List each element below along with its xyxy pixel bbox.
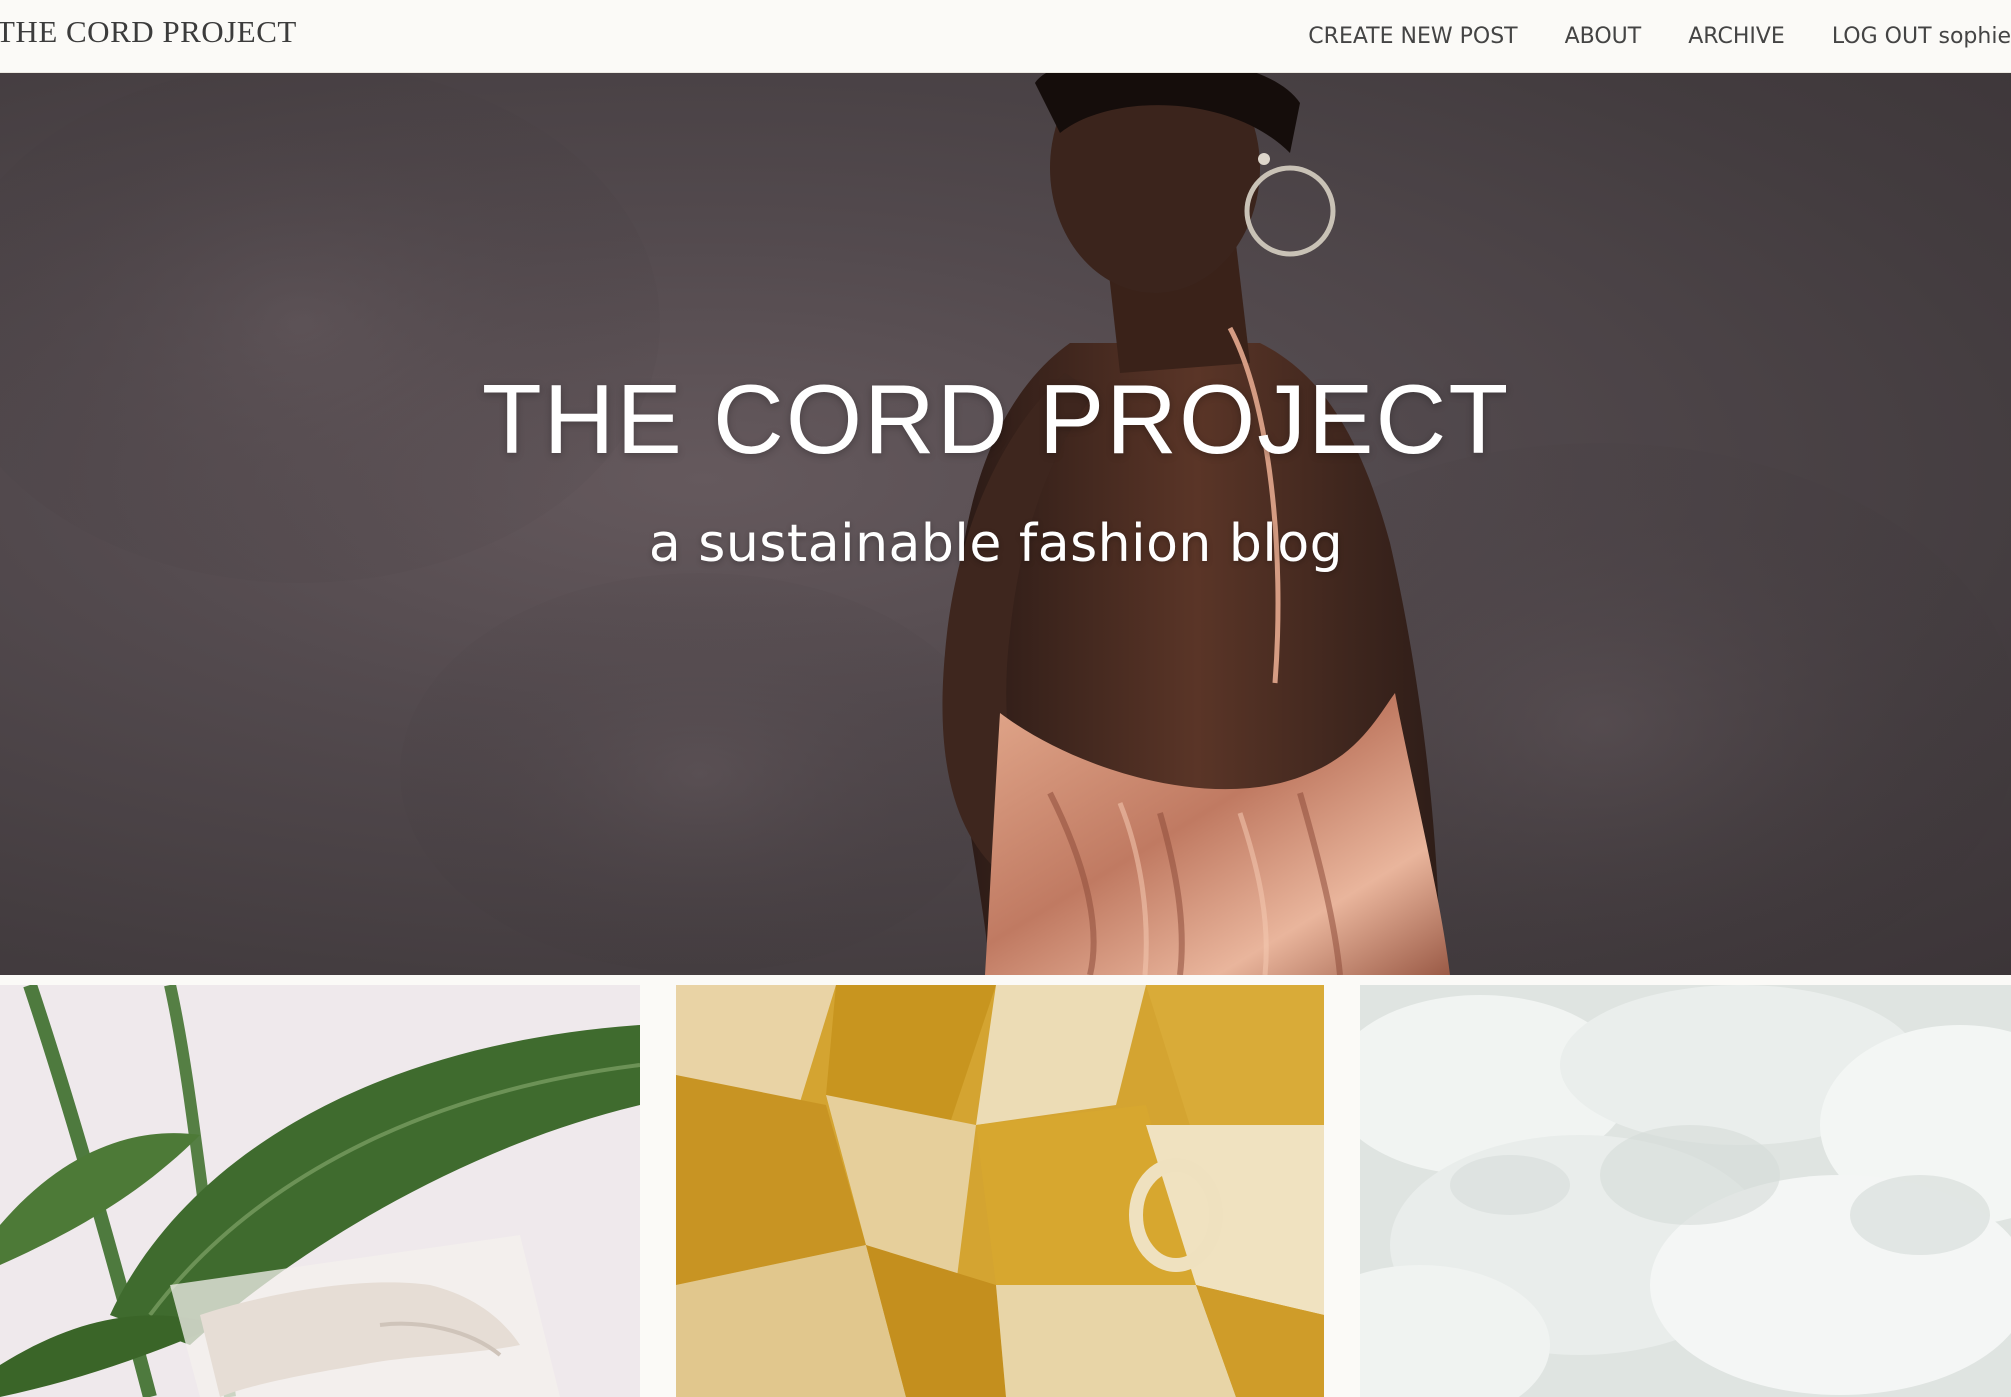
- top-navbar: THE CORD PROJECT CREATE NEW POST ABOUT A…: [0, 0, 2011, 73]
- nav-links: CREATE NEW POST ABOUT ARCHIVE LOG OUT so…: [1308, 0, 2011, 73]
- nav-log-out[interactable]: LOG OUT sophie: [1832, 24, 2011, 49]
- leaf-and-hand-photo: [0, 985, 640, 1397]
- nav-create-new-post[interactable]: CREATE NEW POST: [1308, 24, 1517, 49]
- white-cotton-fibre-photo: [1360, 985, 2011, 1397]
- hero-subtitle: a sustainable fashion blog: [648, 514, 1344, 574]
- nav-archive[interactable]: ARCHIVE: [1688, 24, 1785, 49]
- post-card-1[interactable]: [0, 985, 640, 1397]
- post-card-3[interactable]: [1360, 985, 2011, 1397]
- hero-title: THE CORD PROJECT: [481, 364, 1511, 474]
- post-card-2[interactable]: [676, 985, 1324, 1397]
- site-logo-link[interactable]: THE CORD PROJECT: [0, 14, 297, 50]
- mustard-fabric-scraps-photo: [676, 985, 1324, 1397]
- nav-about[interactable]: ABOUT: [1565, 24, 1642, 49]
- hero-banner: THE CORD PROJECT a sustainable fashion b…: [0, 73, 2011, 975]
